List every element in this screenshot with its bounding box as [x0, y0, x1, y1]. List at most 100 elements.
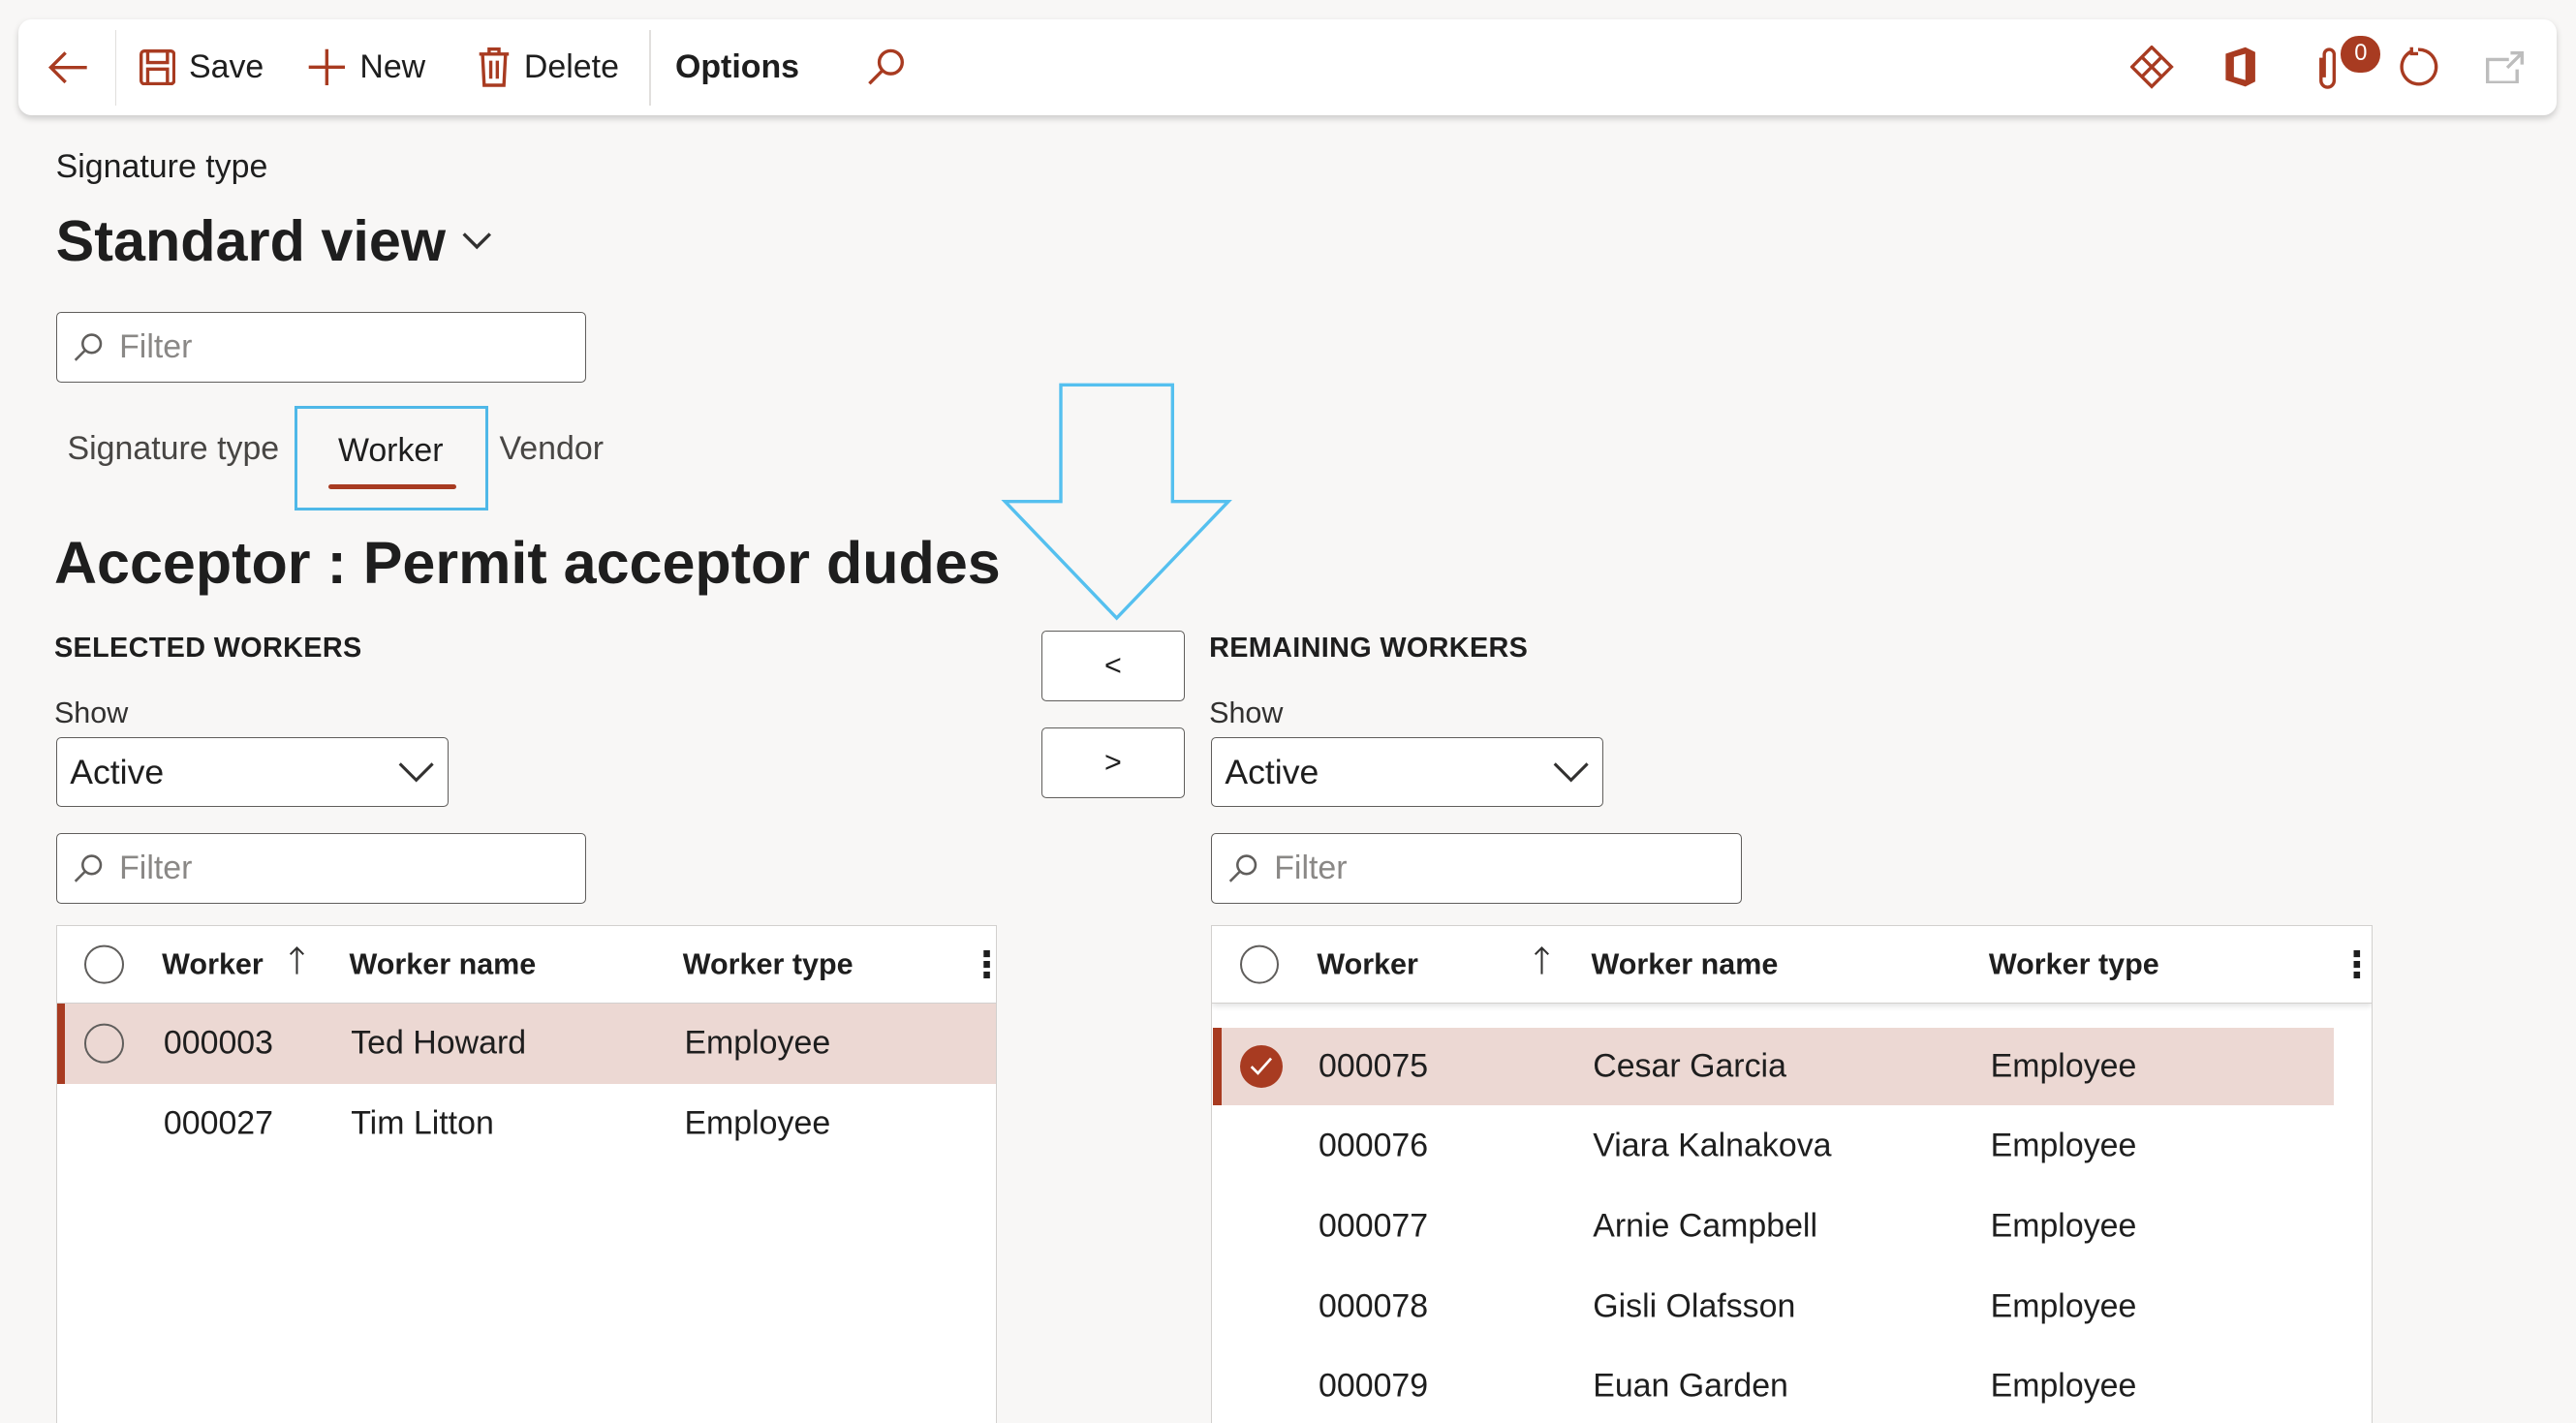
add-to-selected-button[interactable]: < [1041, 631, 1185, 702]
cell-worker-type: Employee [684, 1104, 831, 1142]
search-icon [74, 853, 104, 883]
table-row[interactable]: 000078 Gisli Olafsson Employee [1213, 1267, 2334, 1346]
chevron-down-icon [462, 231, 492, 250]
selected-show-value: Active [70, 752, 165, 791]
refresh-button[interactable] [2397, 19, 2439, 114]
back-button[interactable] [47, 19, 90, 114]
selected-filter-input[interactable]: Filter [55, 832, 587, 904]
save-label: Save [188, 48, 264, 86]
action-toolbar: Save New Delete Options 0 [17, 19, 2557, 115]
remaining-workers-title: REMAINING WORKERS [1209, 632, 1529, 664]
cell-worker-name: Viara Kalnakova [1593, 1127, 1832, 1164]
column-header-worker[interactable]: Worker [162, 947, 264, 981]
remaining-show-value: Active [1225, 752, 1319, 791]
cell-worker-name: Gisli Olafsson [1593, 1287, 1796, 1325]
remaining-show-label: Show [1209, 696, 1284, 730]
refresh-icon [2397, 46, 2439, 88]
table-row[interactable]: 000027 Tim Litton Employee [57, 1084, 997, 1164]
cell-worker-type: Employee [1990, 1127, 2137, 1164]
remaining-workers-grid: Worker Worker name Worker type ⋮ 000075 … [1210, 924, 2373, 1423]
cell-worker: 000079 [1319, 1367, 1429, 1405]
cell-worker-type: Employee [1990, 1287, 2137, 1325]
select-all-checkbox[interactable] [1239, 944, 1280, 984]
office-button[interactable] [2222, 19, 2258, 114]
more-options-icon[interactable]: ⋮ [969, 945, 997, 982]
table-row[interactable]: 000076 Viara Kalnakova Employee [1213, 1106, 2334, 1185]
down-arrow-annotation-icon [1001, 383, 1233, 621]
cell-worker: 000027 [163, 1104, 274, 1142]
power-apps-icon [2130, 46, 2174, 89]
cell-worker-name: Ted Howard [351, 1024, 527, 1062]
sort-ascending-icon[interactable] [289, 945, 305, 983]
grid-header: Worker Worker name Worker type ⋮ [1211, 925, 2372, 1005]
sort-ascending-icon[interactable] [1534, 945, 1550, 983]
row-checkbox[interactable] [84, 1023, 125, 1064]
grid-header: Worker Worker name Worker type ⋮ [56, 925, 997, 1005]
cell-worker-name: Arnie Campbell [1593, 1207, 1818, 1245]
search-icon [866, 47, 906, 87]
table-row[interactable]: 000077 Arnie Campbell Employee [1213, 1187, 2334, 1265]
new-label: New [359, 48, 426, 86]
column-header-worker-name[interactable]: Worker name [350, 947, 537, 981]
cell-worker-type: Employee [1990, 1047, 2137, 1085]
breadcrumb: Signature type [55, 147, 268, 185]
chevron-down-icon [1553, 760, 1589, 784]
options-button[interactable]: Options [675, 19, 799, 114]
selected-workers-grid: Worker Worker name Worker type ⋮ 000003 … [55, 924, 998, 1423]
selected-show-dropdown[interactable]: Active [55, 737, 449, 807]
cell-worker: 000003 [163, 1024, 274, 1062]
view-selector[interactable]: Standard view [56, 207, 492, 274]
attachments-button[interactable]: 0 [2314, 19, 2381, 114]
row-checkbox-checked[interactable] [1239, 1044, 1283, 1088]
filter-placeholder: Filter [1274, 849, 1348, 886]
column-header-worker-name[interactable]: Worker name [1592, 947, 1779, 981]
table-row[interactable]: 000079 Euan Garden Employee [1213, 1346, 2334, 1423]
trash-icon [478, 47, 511, 87]
cell-worker-name: Tim Litton [351, 1104, 494, 1142]
cell-worker: 000078 [1319, 1287, 1429, 1325]
filter-placeholder: Filter [119, 328, 193, 366]
tab-selected-indicator [327, 483, 457, 489]
row-selected-indicator [56, 1003, 66, 1084]
search-icon [1228, 853, 1258, 883]
power-apps-button[interactable] [2130, 19, 2174, 114]
table-row[interactable]: 000003 Ted Howard Employee [56, 1003, 997, 1084]
cell-worker-name: Euan Garden [1593, 1367, 1788, 1405]
remaining-filter-input[interactable]: Filter [1210, 832, 1742, 904]
divider [114, 29, 117, 106]
save-button[interactable]: Save [140, 19, 264, 114]
chevron-down-icon [398, 760, 434, 784]
selected-show-label: Show [53, 696, 129, 730]
more-options-icon[interactable]: ⋮ [2339, 945, 2372, 982]
page: Save New Delete Options 0 Signature type… [0, 0, 2576, 1423]
options-label: Options [674, 48, 800, 86]
paperclip-icon [2314, 45, 2341, 90]
tab-worker[interactable]: Worker [294, 405, 488, 511]
delete-button[interactable]: Delete [478, 19, 619, 114]
new-button[interactable]: New [307, 19, 425, 114]
popout-icon [2485, 50, 2526, 84]
column-header-worker-type[interactable]: Worker type [683, 947, 853, 981]
remaining-show-dropdown[interactable]: Active [1210, 737, 1604, 807]
cell-worker-type: Employee [1990, 1207, 2137, 1245]
back-arrow-icon [47, 49, 90, 85]
plus-icon [307, 47, 347, 87]
column-header-worker-type[interactable]: Worker type [1989, 947, 2159, 981]
delete-label: Delete [523, 48, 619, 86]
tab-signature-type[interactable]: Signature type [68, 430, 280, 468]
row-selected-indicator [1213, 1027, 1222, 1105]
divider [648, 29, 651, 106]
page-heading: Acceptor : Permit acceptor dudes [53, 530, 1001, 597]
search-button[interactable] [866, 19, 906, 114]
cell-worker: 000077 [1319, 1207, 1429, 1245]
page-filter-input[interactable]: Filter [55, 312, 587, 384]
remove-from-selected-button[interactable]: > [1041, 727, 1185, 799]
tab-vendor[interactable]: Vendor [500, 430, 604, 468]
column-header-worker[interactable]: Worker [1317, 947, 1418, 981]
table-row[interactable]: 000075 Cesar Garcia Employee [1213, 1027, 2335, 1105]
open-new-window-button[interactable] [2485, 19, 2526, 114]
select-all-checkbox[interactable] [84, 944, 125, 984]
cell-worker-type: Employee [684, 1024, 831, 1062]
save-icon [140, 48, 176, 86]
cell-worker: 000075 [1319, 1047, 1429, 1085]
